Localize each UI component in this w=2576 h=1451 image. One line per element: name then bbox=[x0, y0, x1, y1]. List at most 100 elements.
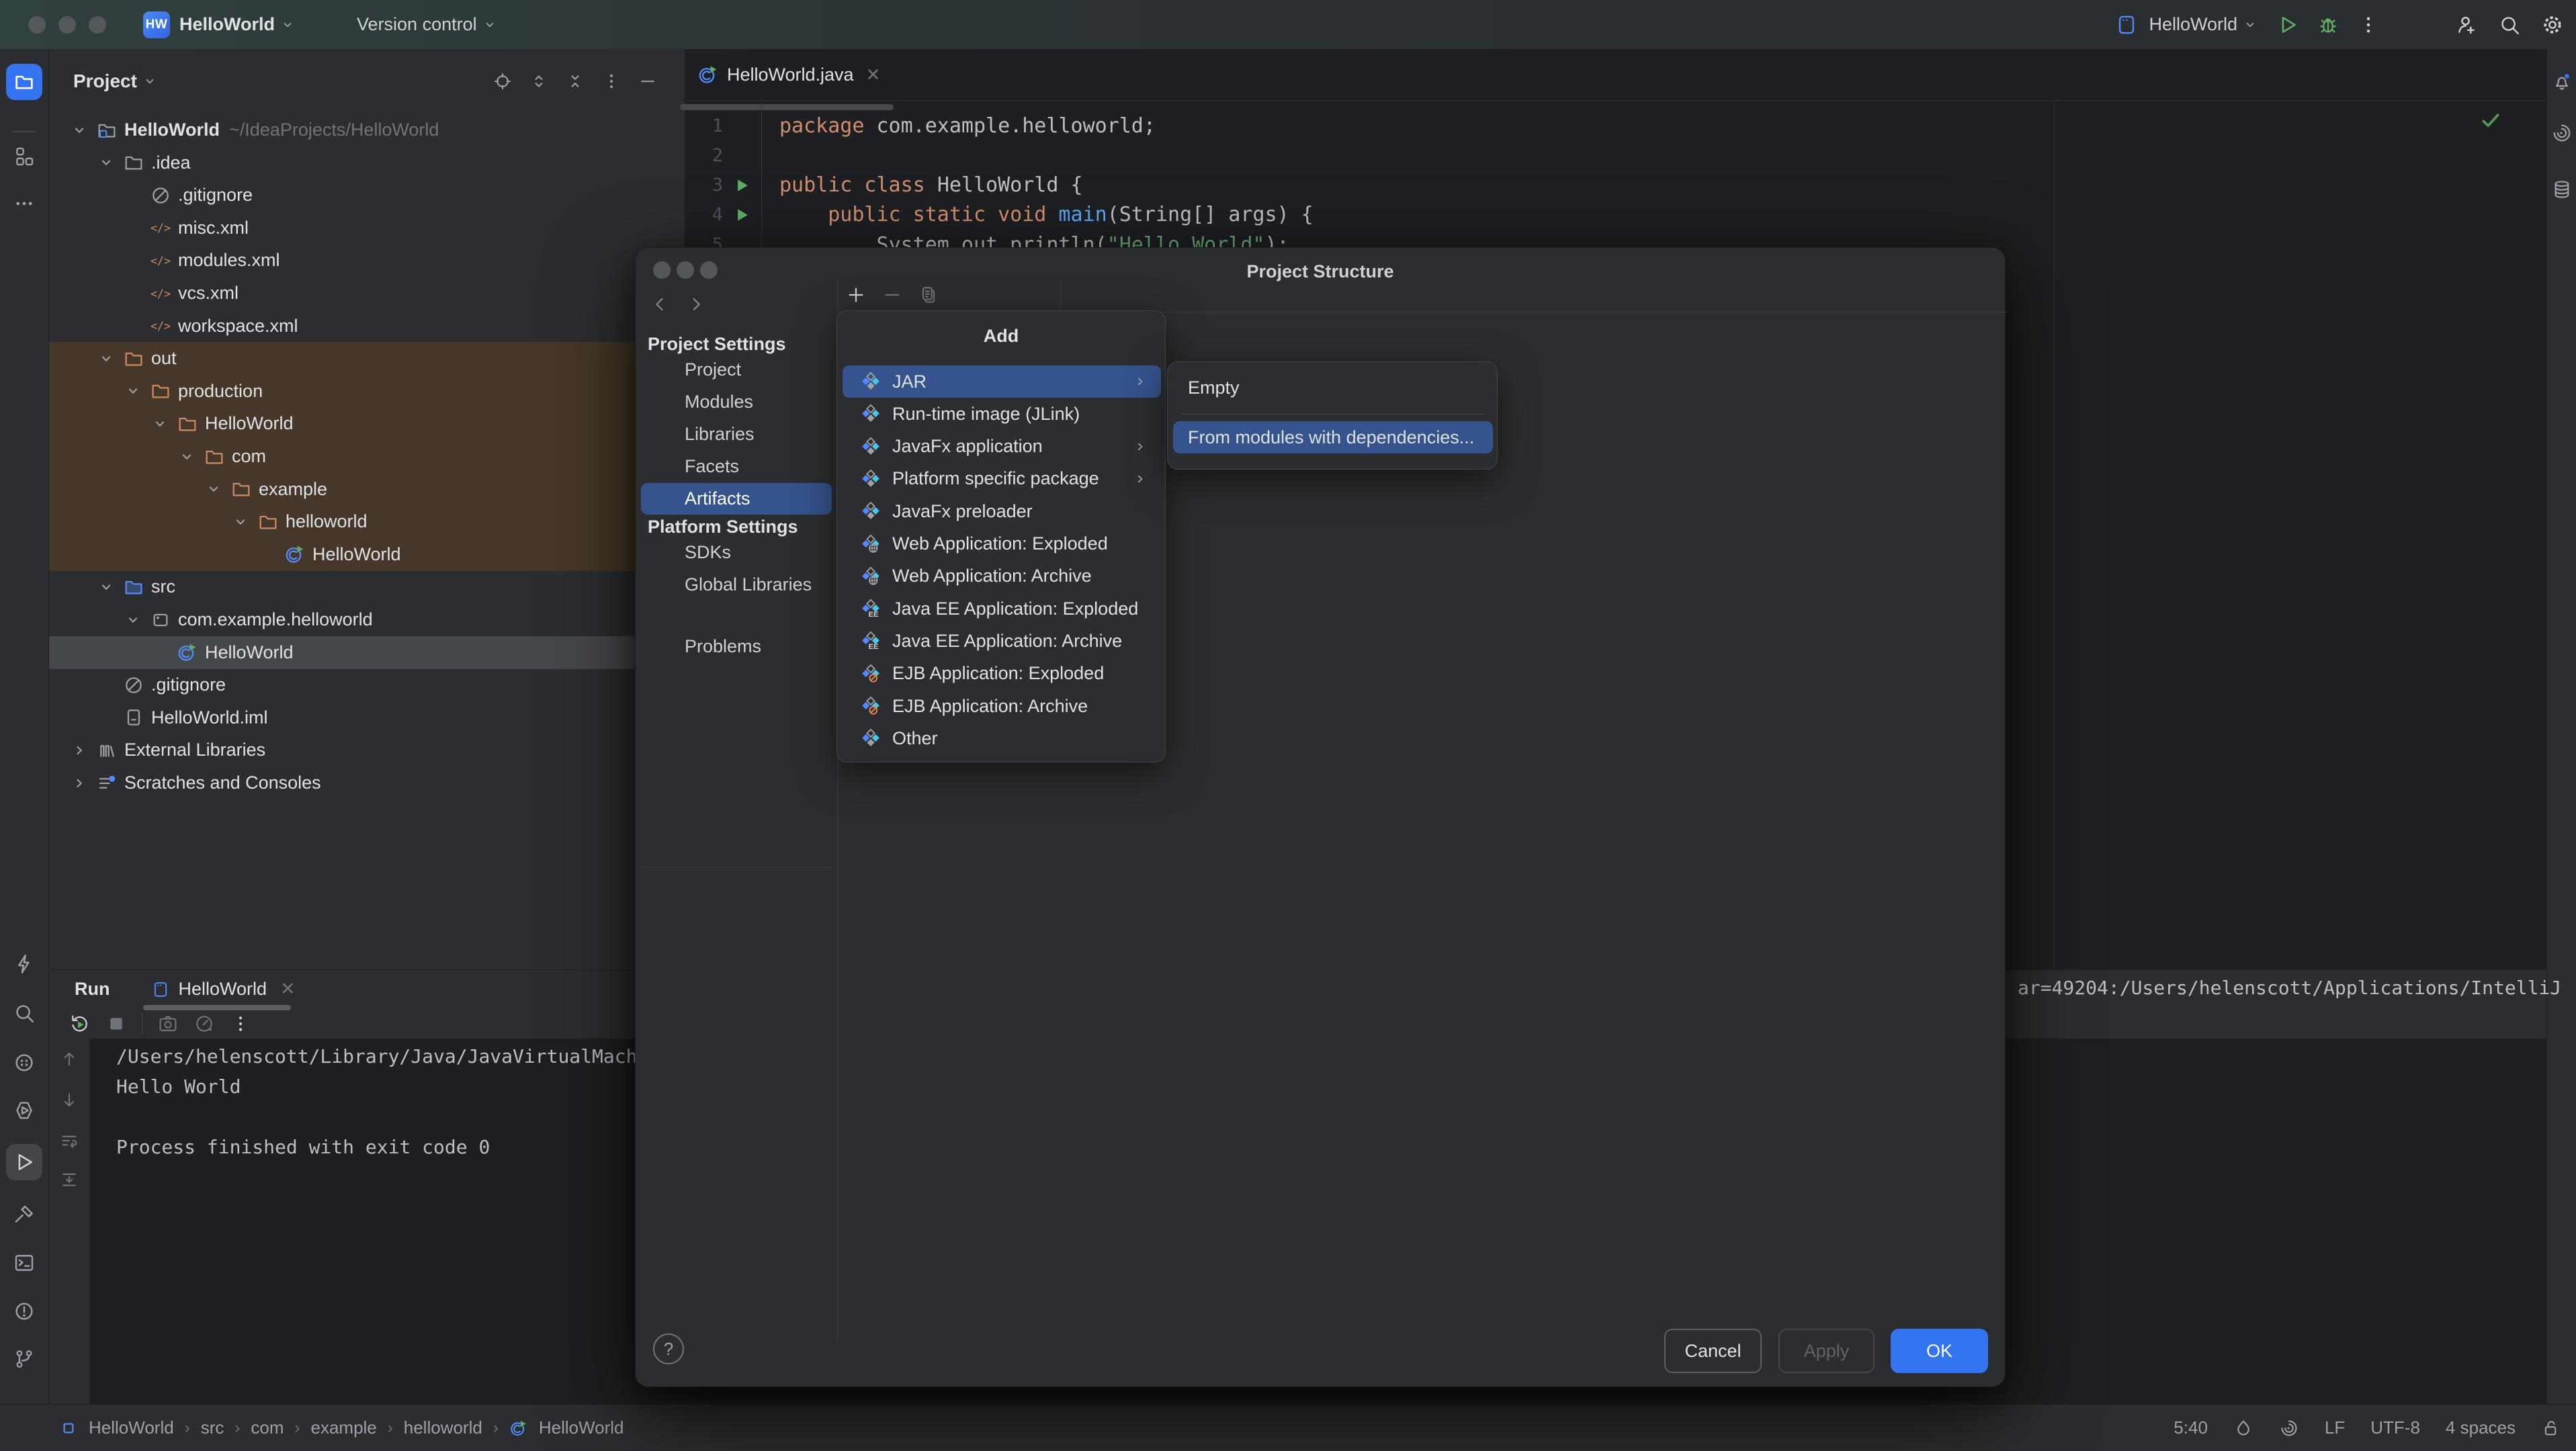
tree-item[interactable]: .idea bbox=[49, 146, 685, 179]
arrow-up-icon[interactable] bbox=[59, 1049, 79, 1069]
chevron-down-icon[interactable] bbox=[204, 479, 224, 499]
sidebar-item-libraries[interactable]: Libraries bbox=[685, 424, 755, 445]
more-options-icon[interactable] bbox=[601, 71, 621, 91]
soft-wrap-icon[interactable] bbox=[59, 1131, 79, 1151]
tab-scroll-indicator[interactable] bbox=[680, 104, 894, 110]
breadcrumb-item[interactable]: HelloWorld bbox=[89, 1417, 174, 1438]
tree-item[interactable]: External Libraries bbox=[49, 734, 685, 766]
find-icon[interactable] bbox=[13, 1002, 36, 1024]
submenu-item-from-modules-with-dependencies-[interactable]: From modules with dependencies... bbox=[1173, 421, 1493, 453]
run-tab-helloworld[interactable]: HelloWorld ✕ bbox=[151, 979, 295, 1000]
code-line[interactable]: 1 package com.example.helloworld; bbox=[685, 111, 2546, 140]
menu-item-other[interactable]: Other bbox=[843, 722, 1161, 754]
submenu-item-empty[interactable]: Empty bbox=[1173, 371, 1493, 404]
tab-helloworld-java[interactable]: HelloWorld.java ✕ bbox=[697, 64, 880, 85]
breadcrumb-item[interactable]: HelloWorld bbox=[539, 1417, 624, 1438]
stop-icon[interactable] bbox=[105, 1013, 127, 1035]
menu-item-run-time-image-jlink-[interactable]: Run-time image (JLink) bbox=[843, 398, 1161, 430]
chevron-down-icon[interactable] bbox=[69, 120, 89, 140]
arrow-down-icon[interactable] bbox=[59, 1090, 79, 1110]
terminal-icon[interactable] bbox=[13, 1251, 36, 1274]
screenshot-icon[interactable] bbox=[157, 1013, 179, 1035]
back-icon[interactable] bbox=[650, 294, 672, 315]
project-folder-icon[interactable] bbox=[6, 64, 42, 100]
more-actions-icon[interactable] bbox=[2357, 13, 2380, 36]
code-line[interactable]: 3 public class HelloWorld { bbox=[685, 171, 2546, 200]
menu-item-web-application-archive[interactable]: Web Application: Archive bbox=[843, 560, 1161, 592]
tree-item[interactable]: HelloWorld bbox=[49, 636, 685, 669]
sidebar-item-problems[interactable]: Problems bbox=[685, 636, 761, 657]
console-output-right[interactable]: ar=49204:/Users/helenscott/Applications/… bbox=[2018, 973, 2573, 1003]
version-control-icon[interactable] bbox=[13, 1348, 36, 1370]
chevron-down-icon[interactable] bbox=[96, 152, 116, 173]
tree-item[interactable]: com.example.helloworld bbox=[49, 603, 685, 636]
build-icon[interactable] bbox=[13, 1203, 36, 1226]
ok-button[interactable]: OK bbox=[1891, 1329, 1988, 1373]
run-icon[interactable] bbox=[2276, 13, 2299, 36]
sidebar-item-modules[interactable]: Modules bbox=[685, 392, 753, 412]
breadcrumb-item[interactable]: com bbox=[251, 1417, 284, 1438]
code-line[interactable]: 4 public static void main(String[] args)… bbox=[685, 200, 2546, 230]
close-tab-icon[interactable]: ✕ bbox=[866, 64, 881, 85]
forward-icon[interactable] bbox=[684, 294, 705, 315]
caret-position[interactable]: 5:40 bbox=[2174, 1417, 2208, 1438]
tree-item[interactable]: helloworld bbox=[49, 505, 685, 538]
help-button[interactable]: ? bbox=[653, 1333, 684, 1364]
chevron-right-icon[interactable] bbox=[69, 773, 89, 793]
rerun-icon[interactable] bbox=[69, 1013, 91, 1035]
profiler-icon[interactable] bbox=[13, 1051, 36, 1074]
file-encoding[interactable]: UTF-8 bbox=[2370, 1417, 2420, 1438]
apply-button[interactable]: Apply bbox=[1778, 1329, 1875, 1373]
minimize-window-button[interactable] bbox=[58, 16, 76, 34]
lightning-icon[interactable] bbox=[13, 953, 36, 975]
select-opened-file-icon[interactable] bbox=[492, 71, 513, 91]
tree-item[interactable]: example bbox=[49, 473, 685, 506]
tree-item[interactable]: HelloWorld bbox=[49, 407, 685, 440]
cancel-button[interactable]: Cancel bbox=[1664, 1329, 1762, 1373]
sidebar-item-facets[interactable]: Facets bbox=[685, 456, 739, 477]
unlocked-icon[interactable] bbox=[2541, 1418, 2561, 1438]
tree-item[interactable]: out bbox=[49, 342, 685, 375]
tree-item[interactable]: Scratches and Consoles bbox=[49, 766, 685, 799]
tree-item[interactable]: .gitignore bbox=[49, 668, 685, 701]
close-window-button[interactable] bbox=[28, 16, 46, 34]
menu-item-ejb-application-archive[interactable]: EJB Application: Archive bbox=[843, 690, 1161, 722]
chevron-down-icon[interactable] bbox=[150, 414, 170, 434]
menu-item-jar[interactable]: JAR bbox=[843, 365, 1161, 398]
settings-icon[interactable] bbox=[2541, 13, 2564, 36]
collapse-all-icon[interactable] bbox=[565, 71, 585, 91]
tree-item[interactable]: </>vcs.xml bbox=[49, 277, 685, 310]
menu-item-web-application-exploded[interactable]: Web Application: Exploded bbox=[843, 528, 1161, 560]
more-tool-windows-icon[interactable] bbox=[13, 192, 36, 215]
code-line[interactable]: 2 bbox=[685, 140, 2546, 170]
tree-item[interactable]: HelloWorld bbox=[49, 538, 685, 571]
tree-item[interactable]: src bbox=[49, 570, 685, 603]
chevron-down-icon[interactable] bbox=[123, 610, 143, 630]
sidebar-item-artifacts[interactable]: Artifacts bbox=[685, 488, 750, 509]
menu-item-java-ee-application-archive[interactable]: EEJava EE Application: Archive bbox=[843, 625, 1161, 657]
problems-icon[interactable] bbox=[13, 1300, 36, 1323]
run-gutter-icon[interactable] bbox=[732, 206, 751, 224]
copy-icon[interactable] bbox=[918, 284, 939, 306]
chevron-down-icon[interactable] bbox=[123, 381, 143, 401]
breadcrumb-item[interactable]: example bbox=[310, 1417, 376, 1438]
run-icon[interactable] bbox=[6, 1144, 42, 1180]
add-icon[interactable] bbox=[845, 284, 867, 306]
tree-item[interactable]: HelloWorld.iml bbox=[49, 701, 685, 734]
remove-icon[interactable] bbox=[882, 284, 903, 306]
breadcrumb-item[interactable]: src bbox=[201, 1417, 224, 1438]
profiler-gauge-icon[interactable] bbox=[194, 1013, 215, 1035]
services-icon[interactable] bbox=[13, 1099, 36, 1122]
project-panel-title[interactable]: Project bbox=[73, 71, 159, 92]
indent-setting[interactable]: 4 spaces bbox=[2446, 1417, 2516, 1438]
vcs-menu[interactable]: Version control bbox=[357, 14, 499, 35]
tree-item[interactable]: com bbox=[49, 440, 685, 473]
sidebar-item-global-libraries[interactable]: Global Libraries bbox=[685, 574, 812, 595]
maximize-window-button[interactable] bbox=[89, 16, 106, 34]
chevron-right-icon[interactable] bbox=[69, 740, 89, 760]
invite-user-icon[interactable] bbox=[2455, 13, 2478, 36]
droplet-icon[interactable] bbox=[2233, 1418, 2253, 1438]
project-menu[interactable]: HelloWorld bbox=[179, 14, 296, 35]
tree-item[interactable]: .gitignore bbox=[49, 179, 685, 212]
menu-item-platform-specific-package[interactable]: Platform specific package bbox=[843, 463, 1161, 495]
